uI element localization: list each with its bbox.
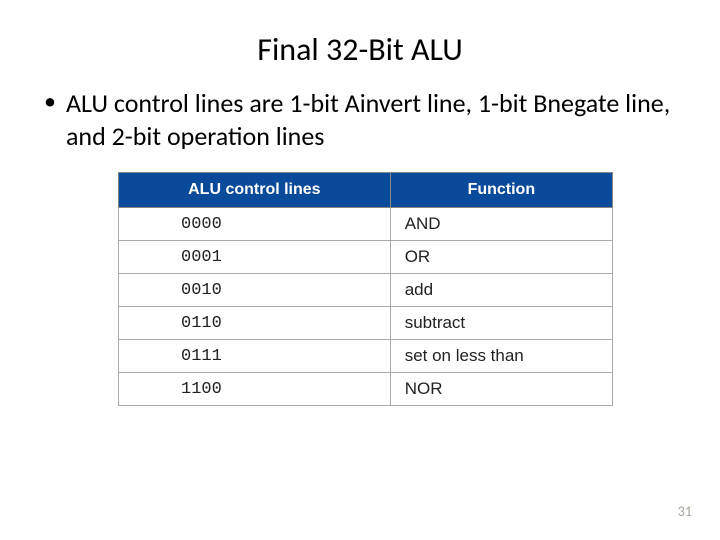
cell-func: add — [390, 274, 612, 307]
cell-func: subtract — [390, 307, 612, 340]
cell-func: OR — [390, 241, 612, 274]
cell-func: set on less than — [390, 340, 612, 373]
table-row: 0001 OR — [119, 241, 613, 274]
cell-code: 0000 — [119, 208, 391, 241]
cell-code: 0111 — [119, 340, 391, 373]
bullet-item: • ALU control lines are 1-bit Ainvert li… — [40, 87, 680, 152]
table-row: 0010 add — [119, 274, 613, 307]
cell-code: 1100 — [119, 373, 391, 406]
cell-code: 0010 — [119, 274, 391, 307]
bullet-dot-icon: • — [44, 87, 56, 117]
alu-control-table: ALU control lines Function 0000 AND 0001… — [118, 172, 613, 406]
page-number: 31 — [678, 503, 692, 520]
bullet-text: ALU control lines are 1-bit Ainvert line… — [66, 87, 680, 152]
table-row: 1100 NOR — [119, 373, 613, 406]
table-row: 0110 subtract — [119, 307, 613, 340]
header-function: Function — [390, 173, 612, 208]
table-header-row: ALU control lines Function — [119, 173, 613, 208]
table-row: 0000 AND — [119, 208, 613, 241]
header-control-lines: ALU control lines — [119, 173, 391, 208]
table-row: 0111 set on less than — [119, 340, 613, 373]
cell-func: AND — [390, 208, 612, 241]
cell-func: NOR — [390, 373, 612, 406]
cell-code: 0001 — [119, 241, 391, 274]
slide-title: Final 32-Bit ALU — [40, 30, 680, 69]
cell-code: 0110 — [119, 307, 391, 340]
